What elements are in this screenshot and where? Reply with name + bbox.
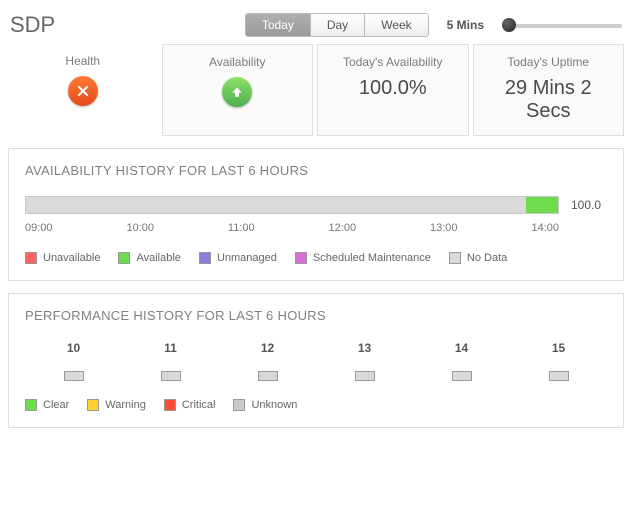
- legend-item: Unavailable: [25, 252, 100, 264]
- card-todays-uptime-label: Today's Uptime: [482, 55, 616, 69]
- availability-bar-value: 100.0: [571, 198, 607, 212]
- card-availability: Availability: [162, 44, 314, 136]
- legend-item: No Data: [449, 252, 507, 264]
- legend-item: Warning: [87, 399, 146, 411]
- card-availability-label: Availability: [171, 55, 305, 69]
- availability-bar-fill: [526, 197, 558, 213]
- availability-panel-title: AVAILABILITY HISTORY FOR LAST 6 HOURS: [25, 163, 607, 178]
- page-title: SDP: [10, 12, 55, 38]
- slider-thumb[interactable]: [502, 18, 516, 32]
- legend-swatch: [164, 399, 176, 411]
- performance-grid: 10 11 12 13 14 15: [25, 341, 607, 381]
- card-todays-availability: Today's Availability 100.0%: [317, 44, 469, 136]
- legend-label: Clear: [43, 399, 69, 411]
- availability-legend: Unavailable Available Unmanaged Schedule…: [25, 252, 607, 264]
- availability-panel: AVAILABILITY HISTORY FOR LAST 6 HOURS 10…: [8, 148, 624, 281]
- card-todays-uptime-value: 29 Mins 2 Secs: [482, 77, 616, 123]
- legend-item: Unknown: [233, 399, 297, 411]
- legend-label: Unknown: [251, 399, 297, 411]
- refresh-interval-label: 5 Mins: [447, 18, 484, 32]
- legend-item: Critical: [164, 399, 216, 411]
- refresh-slider[interactable]: [502, 18, 622, 32]
- header-bar: SDP Today Day Week 5 Mins: [8, 8, 624, 44]
- performance-hour-label: 11: [161, 341, 181, 355]
- availability-bar: [25, 196, 559, 214]
- performance-hour-label: 10: [64, 341, 84, 355]
- performance-hour-col: 15: [549, 341, 569, 381]
- axis-tick: 11:00: [228, 222, 255, 234]
- availability-bar-row: 100.0: [25, 196, 607, 214]
- legend-label: Unmanaged: [217, 252, 277, 264]
- legend-swatch: [199, 252, 211, 264]
- performance-status-box: [452, 371, 472, 381]
- range-option-today[interactable]: Today: [246, 14, 310, 36]
- x-icon: [75, 83, 91, 99]
- performance-status-box: [161, 371, 181, 381]
- legend-swatch: [25, 399, 37, 411]
- health-critical-icon: [68, 76, 98, 106]
- header-controls: Today Day Week 5 Mins: [245, 13, 622, 37]
- card-health-label: Health: [16, 54, 150, 68]
- axis-tick: 14:00: [531, 222, 559, 234]
- axis-tick: 12:00: [329, 222, 357, 234]
- card-todays-availability-value: 100.0%: [326, 77, 460, 100]
- performance-panel-title: PERFORMANCE HISTORY FOR LAST 6 HOURS: [25, 308, 607, 323]
- card-todays-availability-label: Today's Availability: [326, 55, 460, 69]
- card-health: Health: [8, 44, 158, 136]
- availability-axis: 09:00 10:00 11:00 12:00 13:00 14:00: [25, 222, 607, 234]
- legend-label: No Data: [467, 252, 507, 264]
- stats-row: Health Availability Today's Availability…: [8, 44, 624, 136]
- legend-item: Available: [118, 252, 180, 264]
- axis-tick: 13:00: [430, 222, 458, 234]
- performance-hour-col: 11: [161, 341, 181, 381]
- legend-swatch: [87, 399, 99, 411]
- performance-hour-label: 15: [549, 341, 569, 355]
- performance-status-box: [355, 371, 375, 381]
- performance-hour-label: 13: [355, 341, 375, 355]
- performance-status-box: [549, 371, 569, 381]
- legend-swatch: [118, 252, 130, 264]
- performance-hour-label: 14: [452, 341, 472, 355]
- performance-hour-col: 12: [258, 341, 278, 381]
- availability-up-icon: [222, 77, 252, 107]
- range-toggle: Today Day Week: [245, 13, 429, 37]
- card-todays-uptime: Today's Uptime 29 Mins 2 Secs: [473, 44, 625, 136]
- legend-swatch: [233, 399, 245, 411]
- legend-item: Clear: [25, 399, 69, 411]
- legend-label: Warning: [105, 399, 146, 411]
- performance-panel: PERFORMANCE HISTORY FOR LAST 6 HOURS 10 …: [8, 293, 624, 428]
- axis-tick: 10:00: [126, 222, 154, 234]
- performance-status-box: [258, 371, 278, 381]
- range-option-day[interactable]: Day: [310, 14, 364, 36]
- performance-hour-col: 13: [355, 341, 375, 381]
- legend-item: Scheduled Maintenance: [295, 252, 431, 264]
- performance-hour-label: 12: [258, 341, 278, 355]
- performance-status-box: [64, 371, 84, 381]
- legend-label: Available: [136, 252, 180, 264]
- legend-swatch: [295, 252, 307, 264]
- legend-label: Unavailable: [43, 252, 100, 264]
- performance-hour-col: 10: [64, 341, 84, 381]
- legend-label: Scheduled Maintenance: [313, 252, 431, 264]
- slider-track: [502, 24, 622, 28]
- legend-label: Critical: [182, 399, 216, 411]
- legend-swatch: [449, 252, 461, 264]
- range-option-week[interactable]: Week: [364, 14, 427, 36]
- performance-legend: Clear Warning Critical Unknown: [25, 399, 607, 411]
- legend-swatch: [25, 252, 37, 264]
- performance-hour-col: 14: [452, 341, 472, 381]
- axis-tick: 09:00: [25, 222, 53, 234]
- legend-item: Unmanaged: [199, 252, 277, 264]
- arrow-up-icon: [229, 84, 245, 100]
